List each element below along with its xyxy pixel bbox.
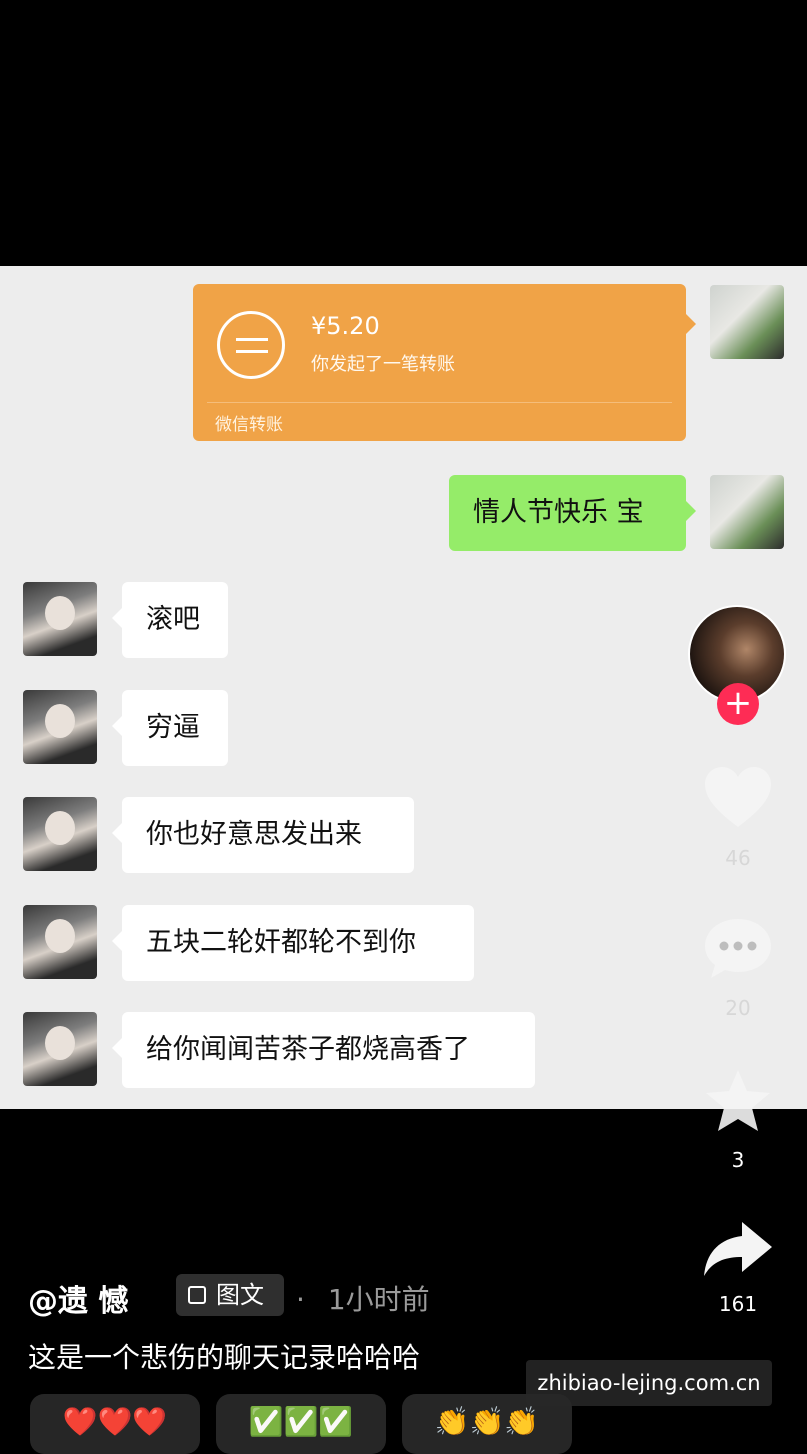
received-message: 滚吧: [112, 582, 228, 658]
post-caption: 这是一个悲伤的聊天记录哈哈哈: [28, 1341, 421, 1374]
transfer-footer: 微信转账: [215, 415, 283, 435]
comment-icon[interactable]: [703, 915, 773, 981]
contact-avatar: [23, 582, 97, 656]
transfer-card[interactable]: ¥5.20 你发起了一笔转账 微信转账: [193, 284, 696, 441]
time-separator: ·: [296, 1283, 305, 1316]
favorite-count: 3: [731, 1148, 745, 1172]
received-message: 给你闻闻苦茶子都烧高香了: [112, 1012, 535, 1088]
post-type-tag: 图文: [176, 1274, 284, 1316]
reaction-chip-checks[interactable]: ✅✅✅: [216, 1394, 386, 1454]
post-time: · 1小时前: [296, 1278, 430, 1318]
like-icon[interactable]: [703, 765, 773, 831]
contact-avatar: [23, 905, 97, 979]
received-message: 穷逼: [112, 690, 228, 766]
transfer-divider: [207, 402, 672, 403]
share-count: 161: [718, 1292, 758, 1316]
my-avatar: [710, 285, 784, 359]
comment-count: 20: [725, 996, 751, 1020]
watermark: zhibiao-lejing.com.cn: [526, 1360, 772, 1406]
sent-message: 情人节快乐 宝: [449, 475, 696, 551]
transfer-amount: ¥5.20: [311, 312, 380, 340]
author-name[interactable]: @遗 憾: [28, 1276, 128, 1320]
image-text-icon: [188, 1286, 206, 1304]
transfer-description: 你发起了一笔转账: [311, 354, 455, 375]
reaction-chip-hearts[interactable]: ❤️❤️❤️: [30, 1394, 200, 1454]
favorite-star-icon[interactable]: [704, 1068, 772, 1134]
contact-avatar: [23, 1012, 97, 1086]
received-message: 你也好意思发出来: [112, 797, 414, 873]
follow-button[interactable]: +: [717, 683, 759, 725]
transfer-icon: [217, 311, 285, 379]
post-type-label: 图文: [216, 1281, 264, 1309]
received-message: 五块二轮奸都轮不到你: [112, 905, 474, 981]
like-count: 46: [725, 846, 751, 870]
my-avatar: [710, 475, 784, 549]
contact-avatar: [23, 690, 97, 764]
post-time-value: 1小时前: [327, 1283, 430, 1316]
contact-avatar: [23, 797, 97, 871]
share-arrow-icon[interactable]: [702, 1220, 774, 1278]
